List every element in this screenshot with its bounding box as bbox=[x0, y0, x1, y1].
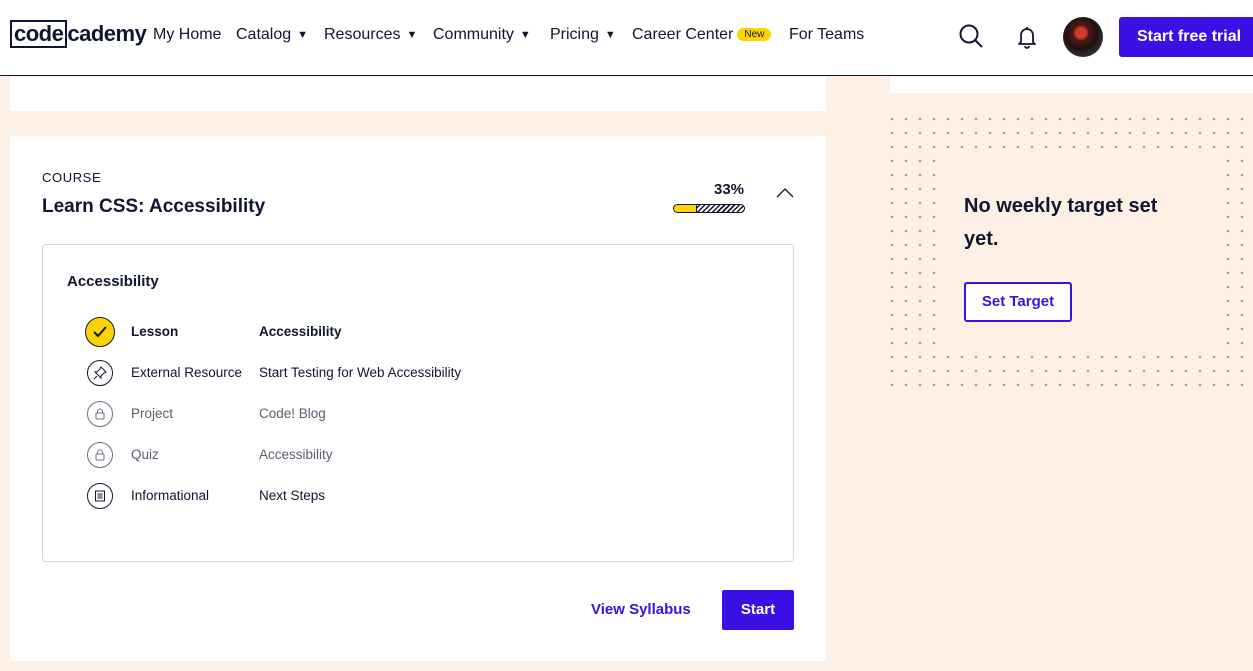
start-button[interactable]: Start bbox=[722, 590, 794, 630]
course-card: COURSE Learn CSS: Accessibility 33% Acce… bbox=[10, 136, 826, 661]
check-icon bbox=[85, 317, 115, 347]
chevron-down-icon: ▼ bbox=[604, 29, 616, 41]
nav-my-home[interactable]: My Home bbox=[153, 26, 221, 44]
module-item[interactable]: Project Code! Blog bbox=[87, 401, 767, 431]
item-type: Project bbox=[131, 406, 174, 421]
set-target-button[interactable]: Set Target bbox=[964, 282, 1072, 322]
module-panel: Accessibility Lesson Accessibility Exter… bbox=[42, 244, 794, 562]
item-type: Lesson bbox=[131, 324, 179, 339]
module-item[interactable]: External Resource Start Testing for Web … bbox=[87, 360, 767, 390]
course-kicker: COURSE bbox=[42, 170, 102, 185]
progress-bar bbox=[673, 204, 745, 213]
course-title[interactable]: Learn CSS: Accessibility bbox=[42, 196, 265, 218]
pin-icon bbox=[87, 360, 113, 386]
chevron-up-icon[interactable] bbox=[776, 186, 794, 198]
logo-text: cademy bbox=[67, 21, 147, 46]
view-syllabus-link[interactable]: View Syllabus bbox=[591, 601, 691, 618]
start-free-trial-button[interactable]: Start free trial bbox=[1119, 17, 1253, 57]
item-name: Code! Blog bbox=[259, 406, 326, 421]
logo-code-box: code bbox=[10, 20, 68, 48]
bell-icon[interactable] bbox=[1013, 22, 1043, 52]
nav-catalog-label: Catalog bbox=[236, 26, 292, 43]
module-title: Accessibility bbox=[67, 273, 159, 290]
sidebar-card-top bbox=[890, 77, 1253, 93]
top-navbar: code cademy My Home Catalog ▼ Resources ▼ C… bbox=[0, 0, 1253, 76]
previous-card-bottom bbox=[10, 77, 826, 111]
nav-my-home-label: My Home bbox=[153, 26, 222, 43]
nav-pricing[interactable]: Pricing ▼ bbox=[550, 26, 616, 44]
nav-catalog[interactable]: Catalog ▼ bbox=[236, 26, 308, 44]
nav-resources-label: Resources bbox=[324, 26, 401, 43]
nav-career-center[interactable]: Career Center New bbox=[632, 26, 772, 44]
item-type: External Resource bbox=[131, 365, 243, 380]
item-type: Quiz bbox=[131, 447, 159, 462]
module-item[interactable]: Informational Next Steps bbox=[87, 483, 767, 513]
nav-for-teams-label: For Teams bbox=[789, 26, 865, 43]
nav-community-label: Community bbox=[433, 26, 514, 43]
lock-icon bbox=[87, 442, 113, 468]
chevron-down-icon: ▼ bbox=[406, 29, 418, 41]
user-avatar[interactable] bbox=[1063, 17, 1103, 57]
item-name: Next Steps bbox=[259, 488, 326, 503]
codecademy-logo[interactable]: code cademy bbox=[10, 20, 147, 48]
nav-career-center-label: Career Center bbox=[632, 26, 734, 43]
progress-bar-fill bbox=[674, 205, 698, 212]
item-name: Accessibility bbox=[259, 447, 333, 462]
nav-for-teams[interactable]: For Teams bbox=[789, 26, 864, 44]
item-name: Accessibility bbox=[259, 324, 342, 339]
lock-icon bbox=[87, 401, 113, 427]
nav-resources[interactable]: Resources ▼ bbox=[324, 26, 417, 44]
chevron-down-icon: ▼ bbox=[519, 29, 531, 41]
new-badge: New bbox=[737, 28, 772, 41]
document-icon bbox=[87, 483, 113, 509]
item-name: Start Testing for Web Accessibility bbox=[259, 365, 462, 380]
chevron-down-icon: ▼ bbox=[297, 29, 309, 41]
weekly-target-panel: No weekly target set yet. Set Target bbox=[944, 150, 1226, 355]
module-item[interactable]: Lesson Accessibility bbox=[85, 317, 767, 349]
weekly-target-message: No weekly target set yet. bbox=[964, 195, 1158, 250]
progress-percent: 33% bbox=[714, 181, 745, 198]
nav-pricing-label: Pricing bbox=[550, 26, 599, 43]
item-type: Informational bbox=[131, 488, 210, 503]
nav-community[interactable]: Community ▼ bbox=[433, 26, 531, 44]
search-icon[interactable] bbox=[957, 22, 987, 52]
module-item[interactable]: Quiz Accessibility bbox=[87, 442, 767, 472]
